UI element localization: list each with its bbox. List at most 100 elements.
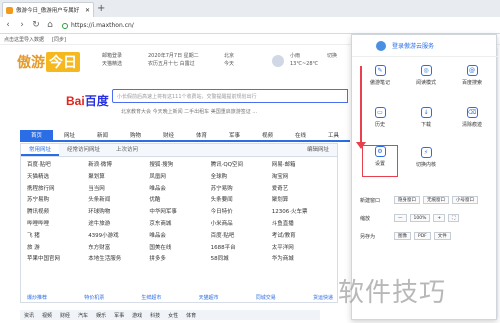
browser-tab[interactable]: 傲游今日_傲游用户专属好 ✕ xyxy=(2,2,94,17)
nav-tab[interactable]: 军事 xyxy=(218,130,251,140)
bottom-link[interactable]: 同城交易 xyxy=(256,294,276,301)
edit-sites-button[interactable]: 编辑网址 xyxy=(299,144,337,156)
baidu-search-button[interactable]: @ 百度搜索 xyxy=(454,65,490,95)
download-button[interactable]: ↓ 下载 xyxy=(408,107,444,137)
site-link[interactable]: 聚划算 xyxy=(272,196,333,205)
site-link[interactable]: 全球购 xyxy=(211,173,272,182)
notes-button[interactable]: ✎ 傲游笔记 xyxy=(362,65,398,95)
site-link[interactable]: 小米商品 xyxy=(211,220,272,229)
save-file-button[interactable]: 文件 xyxy=(433,232,451,240)
site-link[interactable]: 斗鱼直播 xyxy=(272,220,333,229)
site-link[interactable]: 4399小游戏 xyxy=(88,232,149,241)
panel-tab[interactable]: 常用网址 xyxy=(21,144,60,156)
panel-tab[interactable]: 上次访问 xyxy=(108,144,146,156)
cat-link[interactable]: 军事 xyxy=(114,312,124,319)
site-link[interactable]: 腾讯·QQ空间 xyxy=(211,161,272,170)
site-link[interactable]: 飞 猪 xyxy=(27,232,88,241)
site-link[interactable]: 12306·火车票 xyxy=(272,208,333,217)
site-link[interactable]: 天猫精选 xyxy=(27,173,88,182)
nav-tab[interactable]: 网址 xyxy=(53,130,86,140)
nav-tab[interactable]: 购物 xyxy=(119,130,152,140)
site-link[interactable]: 百度·贴吧 xyxy=(27,161,88,170)
site-link[interactable]: 淘宝网 xyxy=(272,173,333,182)
hot-search-links[interactable]: 北京教育大会 今天晚上新闻 二手出租车 美国重启旅游签证 ... xyxy=(121,108,257,115)
bottom-link[interactable]: 特价机票 xyxy=(84,294,104,301)
switch-kernel-button[interactable]: ⚡ 切换内核 xyxy=(408,147,444,177)
alt-account-window-button[interactable]: 小号窗口 xyxy=(452,196,478,204)
login-cloud-button[interactable]: 登录傲游云服务 xyxy=(352,35,498,57)
cat-link[interactable]: 资讯 xyxy=(24,312,34,319)
cat-link[interactable]: 科技 xyxy=(150,312,160,319)
fullscreen-icon[interactable]: ⛶ xyxy=(448,214,460,222)
site-link[interactable]: 优酷 xyxy=(149,196,210,205)
site-link[interactable]: 1688平台 xyxy=(211,244,272,253)
save-image-button[interactable]: 图像 xyxy=(394,232,411,240)
bottom-link[interactable]: 货运快递 xyxy=(313,294,333,301)
incognito-window-button[interactable]: 隐身窗口 xyxy=(394,196,420,204)
zoom-in-button[interactable]: + xyxy=(433,214,446,222)
history-button[interactable]: ▭ 历史 xyxy=(362,107,398,137)
header-switch-city[interactable]: 切换 xyxy=(327,52,337,60)
site-link[interactable]: 国美在线 xyxy=(149,244,210,253)
nav-tab[interactable]: 在线 xyxy=(284,130,317,140)
site-link[interactable]: 腾讯视频 xyxy=(27,208,88,217)
site-link[interactable]: 凤凰网 xyxy=(149,173,210,182)
bookmark-import[interactable]: 点击这里导入数据 xyxy=(4,36,44,43)
site-link[interactable]: 中华网军事 xyxy=(149,208,210,217)
bottom-link[interactable]: 爆炒推荐 xyxy=(27,294,47,301)
private-window-button[interactable]: 无痕窗口 xyxy=(423,196,449,204)
home-icon[interactable]: ⌂ xyxy=(46,20,54,30)
site-link[interactable]: 考试/教育 xyxy=(272,232,333,241)
cat-link[interactable]: 视频 xyxy=(42,312,52,319)
site-link[interactable]: 搜狐·搜狗 xyxy=(149,161,210,170)
site-link[interactable]: 头条新闻 xyxy=(88,196,149,205)
cat-link[interactable]: 游戏 xyxy=(132,312,142,319)
cat-link[interactable]: 财经 xyxy=(60,312,70,319)
site-link[interactable]: 苏宁易购 xyxy=(211,185,272,194)
site-link[interactable]: 旅 游 xyxy=(27,244,88,253)
site-link[interactable]: 今日特价 xyxy=(211,208,272,217)
cat-link[interactable]: 体育 xyxy=(186,312,196,319)
reading-mode-button[interactable]: ◎ 阅读模式 xyxy=(408,65,444,95)
site-link[interactable]: 京东商城 xyxy=(149,220,210,229)
site-link[interactable]: 58同城 xyxy=(211,255,272,264)
nav-tab[interactable]: 首页 xyxy=(20,130,53,140)
back-icon[interactable]: ‹ xyxy=(4,20,12,30)
site-link[interactable]: 当当网 xyxy=(88,185,149,194)
site-link[interactable]: 聚划算 xyxy=(88,173,149,182)
nav-tab[interactable]: 体育 xyxy=(185,130,218,140)
bookmark-sync[interactable]: [同步] xyxy=(52,36,66,43)
new-tab-button[interactable]: + xyxy=(97,3,105,14)
nav-tab[interactable]: 财经 xyxy=(152,130,185,140)
header-location[interactable]: 北京 今天 xyxy=(224,52,234,68)
site-link[interactable]: 爱奇艺 xyxy=(272,185,333,194)
header-mail[interactable]: 邮箱登录 天猫精选 xyxy=(102,52,122,68)
site-link[interactable]: 新浪·微博 xyxy=(88,161,149,170)
site-link[interactable]: 环球购物 xyxy=(88,208,149,217)
site-link[interactable]: 拼多多 xyxy=(149,255,210,264)
refresh-icon[interactable]: ↻ xyxy=(32,20,40,30)
site-link[interactable]: 唯品会 xyxy=(149,232,210,241)
baidu-search-input[interactable]: 小长假前后高速上将有这111个收费站，交警提醒提前规划出行 xyxy=(112,89,348,103)
settings-button[interactable]: ⚙ 设置 xyxy=(362,145,398,177)
site-link[interactable]: 唯品会 xyxy=(149,185,210,194)
site-link[interactable]: 东方财富 xyxy=(88,244,149,253)
close-tab-icon[interactable]: ✕ xyxy=(85,7,90,14)
forward-icon[interactable]: › xyxy=(18,20,26,30)
cat-link[interactable]: 娱乐 xyxy=(96,312,106,319)
site-link[interactable]: 途牛旅游 xyxy=(88,220,149,229)
cat-link[interactable]: 女性 xyxy=(168,312,178,319)
site-link[interactable]: 本地生活服务 xyxy=(88,255,149,264)
site-link[interactable]: 华为商城 xyxy=(272,255,333,264)
bottom-link[interactable]: 天猫超市 xyxy=(199,294,219,301)
maxthon-today-logo[interactable]: 傲游 今日 xyxy=(16,52,80,72)
nav-tab[interactable]: 视频 xyxy=(251,130,284,140)
cat-link[interactable]: 汽车 xyxy=(78,312,88,319)
url-input[interactable]: https://i.maxthon.cn/ xyxy=(62,20,352,31)
site-link[interactable]: 太平洋网 xyxy=(272,244,333,253)
site-link[interactable]: 苹果中国官网 xyxy=(27,255,88,264)
save-pdf-button[interactable]: PDF xyxy=(414,232,431,240)
site-link[interactable]: 头条要闻 xyxy=(211,196,272,205)
bottom-link[interactable]: 生鲜超市 xyxy=(141,294,161,301)
nav-tab[interactable]: 新闻 xyxy=(86,130,119,140)
